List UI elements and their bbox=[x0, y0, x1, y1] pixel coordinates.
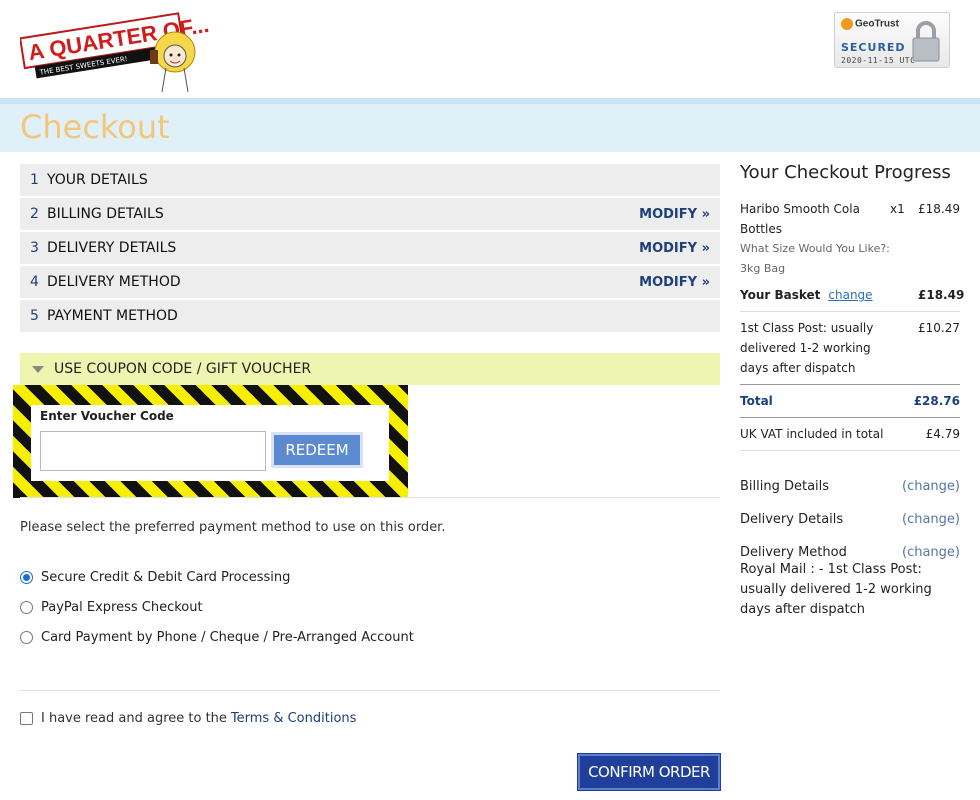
delivery-label: Delivery Details bbox=[740, 512, 844, 527]
step-your-details[interactable]: 1 YOUR DETAILS bbox=[20, 164, 720, 196]
vat-row: UK VAT included in total £4.79 bbox=[740, 424, 960, 444]
step-billing-details[interactable]: 2 BILLING DETAILS MODIFY » bbox=[20, 198, 720, 230]
step-label: DELIVERY DETAILS bbox=[47, 240, 177, 256]
step-number: 2 bbox=[30, 206, 39, 222]
checkout-progress-sidebar: Your Checkout Progress Haribo Smooth Col… bbox=[740, 160, 965, 620]
vat-label: UK VAT included in total bbox=[740, 427, 884, 441]
seal-status: SECURED bbox=[841, 41, 906, 54]
billing-details-row: Billing Details (change) bbox=[740, 479, 960, 494]
modify-delivery-method-link[interactable]: MODIFY » bbox=[639, 275, 710, 290]
delivery-method-row: Delivery Method (change) bbox=[740, 545, 960, 560]
modify-billing-link[interactable]: MODIFY » bbox=[639, 207, 710, 222]
radio-button[interactable] bbox=[20, 600, 33, 614]
step-number: 3 bbox=[30, 240, 39, 256]
payment-option-phone-cheque[interactable]: Card Payment by Phone / Cheque / Pre-Arr… bbox=[20, 622, 414, 652]
shipping-price: £10.27 bbox=[918, 321, 960, 335]
page-title: Checkout bbox=[20, 108, 170, 146]
basket-summary: Your Basket change £18.49 bbox=[740, 285, 965, 305]
divider bbox=[20, 497, 720, 498]
item-option: What Size Would You Like?: 3kg Bag bbox=[740, 242, 890, 275]
delivery-method-value: Royal Mail : - 1st Class Post: usually d… bbox=[740, 562, 932, 617]
padlock-icon bbox=[912, 21, 940, 62]
terms-agreement: I have read and agree to the Terms & Con… bbox=[20, 711, 356, 726]
step-delivery-details[interactable]: 3 DELIVERY DETAILS MODIFY » bbox=[20, 232, 720, 264]
step-payment-method[interactable]: 5 PAYMENT METHOD bbox=[20, 300, 720, 332]
billing-label: Billing Details bbox=[740, 479, 830, 494]
geotrust-seal[interactable]: GeoTrust SECURED 2020-11-15 UTC bbox=[834, 12, 950, 68]
sidebar-title: Your Checkout Progress bbox=[740, 162, 951, 183]
voucher-highlight: Enter Voucher Code REDEEM bbox=[13, 385, 408, 498]
basket-item: Haribo Smooth Cola Bottles x1 £18.49 bbox=[740, 199, 960, 239]
step-delivery-method[interactable]: 4 DELIVERY METHOD MODIFY » bbox=[20, 266, 720, 298]
divider bbox=[740, 311, 960, 312]
divider bbox=[740, 450, 960, 451]
divider bbox=[740, 417, 960, 418]
shipping-row: 1st Class Post: usually delivered 1-2 wo… bbox=[740, 318, 960, 378]
voucher-label: Enter Voucher Code bbox=[40, 409, 174, 423]
terms-link[interactable]: Terms & Conditions bbox=[231, 711, 357, 726]
caret-down-icon bbox=[32, 365, 44, 373]
payment-option-label: Secure Credit & Debit Card Processing bbox=[41, 569, 291, 585]
coupon-toggle[interactable]: USE COUPON CODE / GIFT VOUCHER bbox=[20, 353, 720, 385]
basket-change-link[interactable]: change bbox=[828, 288, 872, 302]
basket-total: £18.49 bbox=[918, 288, 965, 302]
geotrust-logo: GeoTrust bbox=[841, 18, 899, 30]
item-name: Haribo Smooth Cola Bottles bbox=[740, 202, 860, 236]
step-number: 4 bbox=[30, 274, 39, 290]
step-number: 5 bbox=[30, 308, 39, 324]
voucher-panel: Enter Voucher Code REDEEM bbox=[31, 405, 389, 481]
step-label: YOUR DETAILS bbox=[47, 172, 148, 188]
total-label: Total bbox=[740, 394, 773, 408]
seal-date: 2020-11-15 UTC bbox=[841, 56, 916, 65]
step-label: DELIVERY METHOD bbox=[47, 274, 181, 290]
step-label: PAYMENT METHOD bbox=[47, 308, 178, 324]
delivery-method-label: Delivery Method bbox=[740, 545, 847, 560]
payment-option-label: PayPal Express Checkout bbox=[41, 599, 203, 615]
total-value: £28.76 bbox=[913, 394, 960, 408]
billing-change-link[interactable]: (change) bbox=[902, 479, 960, 494]
delivery-method-change-link[interactable]: (change) bbox=[902, 545, 960, 560]
page-banner: Checkout bbox=[0, 98, 980, 152]
shipping-label: 1st Class Post: usually delivered 1-2 wo… bbox=[740, 321, 874, 375]
terms-text: I have read and agree to the bbox=[41, 711, 227, 726]
payment-option-paypal[interactable]: PayPal Express Checkout bbox=[20, 592, 414, 622]
item-qty: x1 bbox=[890, 202, 905, 216]
item-price: £18.49 bbox=[918, 202, 960, 216]
radio-button[interactable] bbox=[20, 630, 33, 644]
modify-delivery-details-link[interactable]: MODIFY » bbox=[639, 241, 710, 256]
confirm-order-button[interactable]: CONFIRM ORDER bbox=[577, 753, 721, 791]
voucher-code-input[interactable] bbox=[40, 431, 266, 471]
vat-value: £4.79 bbox=[925, 427, 960, 441]
site-logo[interactable]: A QUARTER OF... THE BEST SWEETS EVER! bbox=[19, 4, 220, 96]
checkout-steps: 1 YOUR DETAILS 2 BILLING DETAILS MODIFY … bbox=[20, 164, 720, 334]
step-number: 1 bbox=[30, 172, 39, 188]
payment-option-label: Card Payment by Phone / Cheque / Pre-Arr… bbox=[41, 629, 414, 645]
delivery-details-row: Delivery Details (change) bbox=[740, 512, 960, 527]
divider bbox=[20, 690, 720, 691]
coupon-heading: USE COUPON CODE / GIFT VOUCHER bbox=[54, 361, 312, 377]
total-row: Total £28.76 bbox=[740, 391, 960, 411]
terms-checkbox[interactable] bbox=[20, 712, 33, 725]
step-label: BILLING DETAILS bbox=[47, 206, 164, 222]
payment-methods: Secure Credit & Debit Card Processing Pa… bbox=[20, 562, 414, 652]
payment-option-card[interactable]: Secure Credit & Debit Card Processing bbox=[20, 562, 414, 592]
delivery-change-link[interactable]: (change) bbox=[902, 512, 960, 527]
radio-button-selected[interactable] bbox=[20, 570, 33, 584]
redeem-button[interactable]: REDEEM bbox=[271, 432, 363, 468]
divider bbox=[740, 384, 960, 385]
payment-prompt: Please select the preferred payment meth… bbox=[20, 520, 446, 535]
basket-label: Your Basket bbox=[740, 288, 821, 302]
